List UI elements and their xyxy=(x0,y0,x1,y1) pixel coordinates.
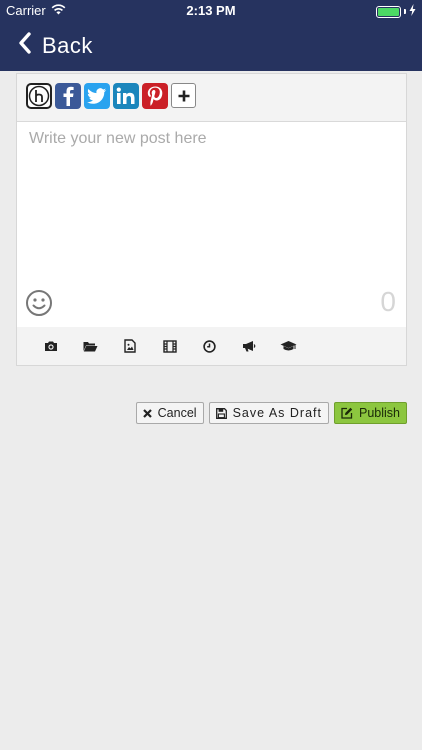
battery-icon xyxy=(376,5,401,18)
publish-label: Publish xyxy=(359,406,400,420)
floppy-disk-icon xyxy=(215,407,227,419)
facebook-icon xyxy=(63,86,74,106)
camera-button[interactable] xyxy=(31,336,71,356)
smiley-icon xyxy=(26,290,52,316)
twitter-share-button[interactable] xyxy=(84,83,110,109)
image-icon xyxy=(124,339,136,353)
clock-icon xyxy=(203,339,216,353)
cancel-button[interactable]: Cancel xyxy=(135,402,204,424)
linkedin-icon xyxy=(116,87,135,104)
battery-tip xyxy=(404,9,406,14)
pinterest-icon xyxy=(147,86,163,106)
linkedin-share-button[interactable] xyxy=(113,83,139,109)
video-button[interactable] xyxy=(150,336,190,356)
add-share-button[interactable] xyxy=(171,83,196,108)
close-icon xyxy=(142,408,152,418)
media-toolbar xyxy=(31,336,309,356)
education-button[interactable] xyxy=(269,336,309,356)
image-button[interactable] xyxy=(110,336,150,356)
post-input-area: 0 xyxy=(17,121,406,327)
nav-bar: Back xyxy=(0,21,422,71)
back-button[interactable]: Back xyxy=(18,32,93,59)
folder-icon xyxy=(83,341,98,351)
charging-icon xyxy=(409,4,416,19)
character-counter: 0 xyxy=(380,286,396,317)
battery-fill xyxy=(378,7,399,16)
pinterest-share-button[interactable] xyxy=(142,83,168,109)
graduation-cap-icon xyxy=(280,341,297,351)
h-logo-icon xyxy=(28,85,50,107)
save-draft-label: Save As Draft xyxy=(232,406,322,420)
post-text-input[interactable] xyxy=(29,130,395,280)
h-network-share-button[interactable] xyxy=(26,83,52,109)
action-bar: Cancel Save As Draft Publish xyxy=(135,402,407,424)
status-bar: Carrier 2:13 PM xyxy=(0,0,422,21)
camera-icon xyxy=(44,341,57,351)
edit-icon xyxy=(341,407,353,419)
megaphone-icon xyxy=(243,341,256,352)
publish-button[interactable]: Publish xyxy=(334,402,407,424)
emoji-button[interactable] xyxy=(25,289,53,322)
save-draft-button[interactable]: Save As Draft xyxy=(208,402,329,424)
folder-button[interactable] xyxy=(71,336,111,356)
cancel-label: Cancel xyxy=(157,406,197,420)
announcement-button[interactable] xyxy=(229,336,269,356)
plus-icon xyxy=(178,90,189,101)
chevron-left-icon xyxy=(18,32,32,59)
twitter-icon xyxy=(87,87,107,104)
status-time: 2:13 PM xyxy=(186,3,236,18)
back-label: Back xyxy=(42,32,93,58)
film-icon xyxy=(163,339,177,353)
share-toolbar xyxy=(26,83,196,109)
facebook-share-button[interactable] xyxy=(55,83,81,109)
schedule-button[interactable] xyxy=(190,336,230,356)
post-editor: 0 xyxy=(16,73,407,366)
status-right xyxy=(376,4,416,19)
